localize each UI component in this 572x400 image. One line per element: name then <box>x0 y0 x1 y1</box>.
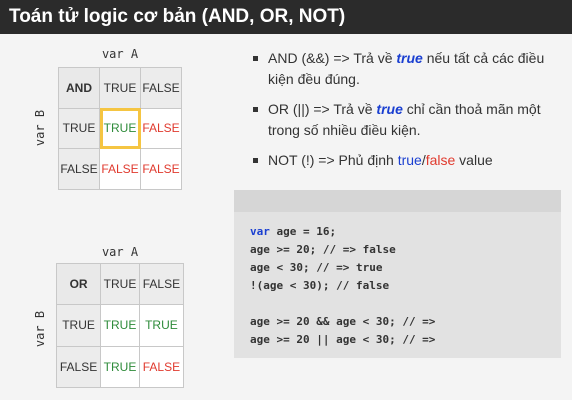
bullet-not: NOT (!) => Phủ định true/false value <box>252 150 562 171</box>
bullet-or: OR (||) => Trả về true chỉ cần thoả mãn … <box>252 99 562 141</box>
and-cell-true-true: TRUE <box>99 107 141 150</box>
bullet-list: AND (&&) => Trả về true nếu tất cả các đ… <box>252 48 562 180</box>
or-cell-false-true: TRUE <box>100 345 140 389</box>
and-cell-false-false: FALSE <box>140 148 182 190</box>
bullet-or-prefix: OR (||) => Trả về <box>268 101 377 117</box>
or-header-false: FALSE <box>138 262 185 306</box>
and-row-false: FALSE <box>58 148 100 190</box>
and-row-var-label: var B <box>33 109 47 147</box>
or-col-var-label: var A <box>101 245 139 259</box>
bullet-not-true: true <box>397 152 422 168</box>
or-cell-false-false: FALSE <box>138 345 185 389</box>
and-header-true: TRUE <box>99 67 141 109</box>
and-op-cell: AND <box>58 67 100 109</box>
or-row-true: TRUE <box>55 304 102 347</box>
and-row-true: TRUE <box>58 107 100 150</box>
code-keyword-var: var <box>250 225 270 238</box>
or-grid: OR TRUE FALSE TRUE TRUE TRUE FALSE TRUE … <box>55 262 185 389</box>
bullet-not-false: false <box>425 152 456 168</box>
bullet-and: AND (&&) => Trả về true nếu tất cả các đ… <box>252 48 562 90</box>
or-row-false: FALSE <box>55 345 102 389</box>
bullet-not-suffix: value <box>455 152 493 168</box>
code-block: var age = 16; age >= 20; // => false age <… <box>250 223 435 349</box>
and-header-false: FALSE <box>140 67 182 109</box>
code-line-4: !(age < 30); // false <box>250 279 390 292</box>
or-row-var-label: var B <box>33 310 47 348</box>
code-line-6: age >= 20 && age < 30; // => <box>250 315 436 328</box>
slide-title: Toán tử logic cơ bản (AND, OR, NOT) <box>0 0 572 34</box>
or-header-true: TRUE <box>100 262 140 306</box>
bullet-and-prefix: AND (&&) => Trả về <box>268 50 397 66</box>
or-cell-true-true: TRUE <box>100 304 140 347</box>
and-cell-false-true: FALSE <box>99 148 141 190</box>
and-cell-true-false: FALSE <box>140 107 182 150</box>
or-op-cell: OR <box>55 262 102 306</box>
code-line-7: age >= 20 || age < 30; // => <box>250 333 436 346</box>
bullet-or-keyword: true <box>376 101 403 117</box>
bullet-and-keyword: true <box>396 50 423 66</box>
code-panel-header <box>234 190 561 212</box>
code-line-1-rest: age = 16; <box>269 225 337 238</box>
or-cell-true-false: TRUE <box>138 304 185 347</box>
code-line-3: age < 30; // => true <box>250 261 383 274</box>
code-line-2: age >= 20; // => false <box>250 243 396 256</box>
code-panel: var age = 16; age >= 20; // => false age <… <box>234 190 561 358</box>
bullet-not-prefix: NOT (!) => Phủ định <box>268 152 398 168</box>
and-col-var-label: var A <box>101 47 139 61</box>
and-grid: AND TRUE FALSE TRUE TRUE FALSE FALSE FAL… <box>58 67 182 190</box>
code-line-1: var age = 16; <box>250 223 435 241</box>
